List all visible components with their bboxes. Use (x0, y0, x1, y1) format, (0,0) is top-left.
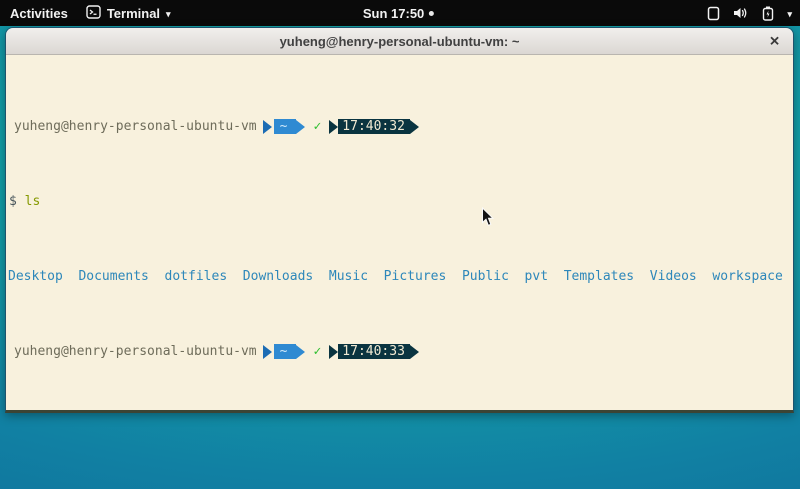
activities-button[interactable]: Activities (10, 6, 68, 21)
display-icon (707, 6, 720, 21)
prompt-cwd: ~ (274, 119, 297, 134)
powerline-arrow-icon (263, 120, 272, 134)
window-title: yuheng@henry-personal-ubuntu-vm: ~ (280, 34, 520, 49)
command-text: ls (25, 194, 41, 209)
prompt-line: yuheng@henry-personal-ubuntu-vm ~ ✓ 17:4… (6, 119, 793, 134)
prompt-user: yuheng@henry-personal-ubuntu-vm (6, 344, 257, 359)
clock-button[interactable]: Sun 17:50 (363, 6, 434, 21)
powerline-arrow-icon (263, 345, 272, 359)
powerline-arrow-icon (329, 120, 338, 134)
prompt-time: 17:40:32 (338, 119, 410, 134)
prompt-line: yuheng@henry-personal-ubuntu-vm ~ ✓ 17:4… (6, 344, 793, 359)
terminal-window: yuheng@henry-personal-ubuntu-vm: ~ ✕ yuh… (5, 27, 794, 413)
powerline-arrow-icon (329, 345, 338, 359)
powerline-segment: ~ ✓ 17:40:32 (263, 119, 419, 134)
volume-icon (733, 6, 749, 20)
mouse-cursor-icon (481, 207, 494, 232)
top-bar: Activities Terminal ▾ Sun 17:50 (0, 0, 800, 26)
notification-dot-icon (429, 11, 434, 16)
desktop: Activities Terminal ▾ Sun 17:50 (0, 0, 800, 489)
command-line: $ ls (6, 194, 793, 209)
close-icon[interactable]: ✕ (769, 35, 780, 48)
terminal-content[interactable]: yuheng@henry-personal-ubuntu-vm ~ ✓ 17:4… (6, 55, 793, 410)
activities-label: Activities (10, 6, 68, 21)
system-status-area[interactable]: ▾ (707, 6, 792, 21)
powerline-segment: ~ ✓ 17:40:33 (263, 344, 419, 359)
app-menu-terminal[interactable]: Terminal ▾ (86, 5, 171, 22)
powerline-arrow-icon (296, 345, 305, 359)
directory-listing: Desktop Documents dotfiles Downloads Mus… (6, 269, 793, 284)
prompt-symbol: $ (6, 194, 17, 209)
system-menu-chevron-icon: ▾ (787, 10, 792, 19)
window-titlebar[interactable]: yuheng@henry-personal-ubuntu-vm: ~ ✕ (6, 28, 793, 55)
powerline-arrow-icon (296, 120, 305, 134)
prompt-time: 17:40:33 (338, 344, 410, 359)
app-menu-label: Terminal (107, 6, 160, 21)
prompt-user: yuheng@henry-personal-ubuntu-vm (6, 119, 257, 134)
status-check-icon: ✓ (313, 119, 321, 134)
status-check-icon: ✓ (313, 344, 321, 359)
powerline-arrow-icon (410, 345, 419, 359)
battery-charging-icon (762, 6, 774, 21)
powerline-arrow-icon (410, 120, 419, 134)
prompt-cwd: ~ (274, 344, 297, 359)
clock-label: Sun 17:50 (363, 6, 424, 21)
chevron-down-icon: ▾ (166, 10, 171, 19)
terminal-icon (86, 5, 101, 22)
